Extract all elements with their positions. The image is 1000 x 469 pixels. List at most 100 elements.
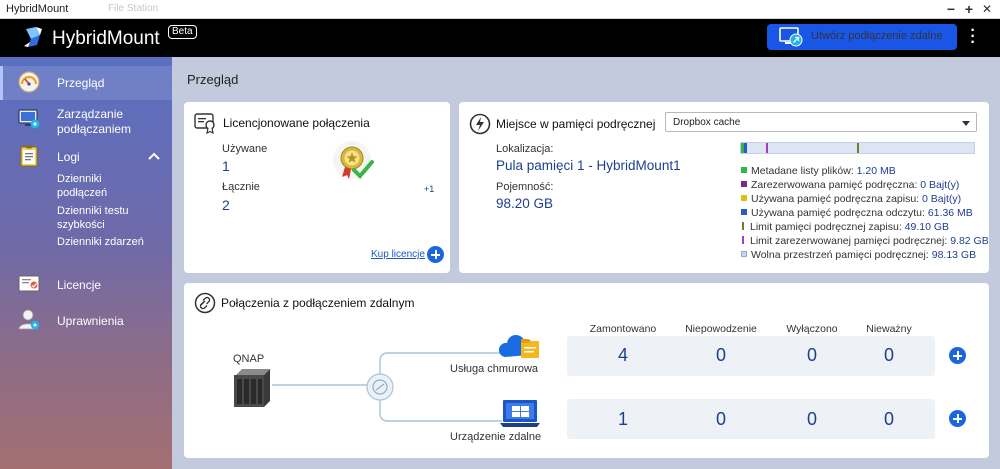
minimize-button[interactable]: −	[942, 0, 960, 19]
sidebar-subitem-mount-logs[interactable]: Dzienniki podłączeń	[57, 172, 107, 200]
legend-tick	[742, 222, 744, 230]
legend-swatch	[741, 209, 747, 215]
column-mounted: Zamontowano	[589, 323, 657, 335]
user-gear-icon	[18, 309, 40, 330]
dropdown-caret-icon	[962, 121, 970, 126]
sidebar-item-licenses-label: Licencje	[57, 278, 102, 292]
speedtest-logs-label-line1: Dzienniki testu	[57, 205, 129, 217]
license-card-icon	[194, 113, 215, 134]
cache-bar-write-limit-marker	[857, 143, 859, 153]
chevron-up-icon[interactable]	[148, 152, 160, 160]
licensed-connections-card: Licencjonowane połączenia Używane 1 Łącz…	[184, 102, 450, 273]
legend-write-cache: Używana pamięć podręczna zapisu: 0 Bajt(…	[741, 193, 961, 205]
capacity-label: Pojemność:	[496, 181, 554, 193]
sidebar-item-overview[interactable]: Przegląd	[0, 69, 172, 99]
speedtest-logs-label-line2: szybkości	[57, 219, 105, 231]
column-failed: Niepowodzenie	[685, 323, 757, 335]
create-remote-mount-label: Utwórz podłączenie zdalne	[811, 30, 943, 42]
legend-label: Używana pamięć podręczna zapisu:	[751, 193, 920, 205]
qnap-label: QNAP	[233, 353, 265, 365]
legend-value: 98.13 GB	[931, 249, 977, 261]
legend-value: 1.20 MB	[856, 165, 896, 177]
cloud-failed-count: 0	[715, 345, 726, 365]
total-value: 2	[222, 197, 230, 213]
cache-select-dropdown[interactable]: Dropbox cache	[665, 112, 977, 132]
background-tab-label: File Station	[108, 3, 159, 14]
page-title: Przegląd	[187, 72, 239, 87]
device-mounted-count: 1	[617, 409, 628, 429]
cache-usage-bar	[740, 142, 975, 154]
sidebar-item-licenses[interactable]: Licencje	[0, 273, 172, 297]
legend-reserved-limit: Limit zarezerwowanej pamięci podręcznej:…	[741, 235, 989, 247]
legend-label: Wolna przestrzeń pamięci podręcznej:	[751, 249, 929, 261]
buy-licenses-link[interactable]: Kup licencje	[371, 249, 425, 260]
legend-label: Zarezerwowana pamięć podręczna:	[751, 179, 918, 191]
legend-label: Limit pamięci podręcznej zapisu:	[750, 221, 902, 233]
clipboard-icon	[20, 145, 38, 167]
add-device-connection-button[interactable]	[949, 410, 966, 427]
legend-metadata: Metadane listy plików: 1.20 MB	[741, 165, 896, 177]
remote-monitor-icon	[779, 27, 803, 47]
legend-reserved-cache: Zarezerwowana pamięć podręczna: 0 Bajt(y…	[741, 179, 959, 191]
licensed-connections-title: Licencjonowane połączenia	[223, 116, 370, 130]
create-remote-mount-button[interactable]: Utwórz podłączenie zdalne	[767, 24, 957, 50]
event-logs-label: Dzienniki zdarzeń	[57, 236, 144, 248]
legend-free-space: Wolna przestrzeń pamięci podręcznej: 98.…	[741, 249, 976, 261]
legend-label: Używana pamięć podręczna odczytu:	[751, 207, 925, 219]
mount-management-label-line1: Zarządzanie	[57, 107, 124, 121]
window-title: HybridMount	[6, 3, 69, 15]
sidebar-item-permissions-label: Uprawnienia	[57, 314, 124, 328]
legend-read-cache: Używana pamięć podręczna odczytu: 61.36 …	[741, 207, 973, 219]
app-title: HybridMount	[52, 28, 160, 49]
legend-value: 61.36 MB	[927, 207, 973, 219]
license-certificate-icon	[18, 275, 40, 292]
cache-select-value: Dropbox cache	[673, 117, 741, 128]
remote-device-label: Urządzenie zdalne	[450, 431, 542, 443]
sidebar-item-overview-label: Przegląd	[57, 76, 105, 90]
device-invalid-count: 0	[883, 409, 894, 429]
legend-swatch	[741, 167, 747, 173]
legend-tick	[742, 236, 744, 244]
nas-device-icon	[234, 369, 270, 407]
more-options-icon[interactable]: · · ·	[967, 23, 979, 51]
gauge-icon	[18, 71, 40, 93]
sidebar-item-logs-label: Logi	[57, 150, 80, 164]
sidebar-subitem-speedtest-logs[interactable]: Dzienniki testu szybkości	[57, 204, 129, 232]
buy-licenses-plus-button[interactable]	[427, 246, 444, 263]
mount-logs-label-line2: podłączeń	[57, 187, 108, 199]
legend-value: 9.82 GB	[950, 235, 989, 247]
legend-value: 0 Bajt(y)	[922, 193, 962, 205]
add-cloud-connection-button[interactable]	[949, 347, 966, 364]
legend-swatch	[741, 181, 747, 187]
app-header: HybridMount Beta Utwórz podłączenie zdal…	[0, 19, 1000, 57]
cache-space-title: Miejsce w pamięci podręcznej	[496, 117, 656, 131]
remote-device-icon	[500, 400, 540, 427]
mount-logs-label-line1: Dzienniki	[57, 173, 102, 185]
mount-management-label-line2: podłączaniem	[57, 122, 132, 136]
column-invalid: Nieważny	[866, 323, 912, 335]
location-value: Pula pamięci 1 - HybridMount1	[496, 158, 681, 173]
sidebar-item-mount-management[interactable]: Zarządzanie podłączaniem	[0, 105, 172, 139]
sidebar: Przegląd Zarządzanie podłączaniem Logi D…	[0, 57, 172, 469]
legend-value: 49.10 GB	[904, 221, 950, 233]
remote-connections-title: Połączenia z podłączeniem zdalnym	[221, 296, 415, 310]
legend-swatch	[741, 195, 747, 201]
cache-bar-read-segment	[744, 143, 747, 153]
legend-label: Limit zarezerwowanej pamięci podręcznej:	[750, 235, 948, 247]
cloud-service-label: Usługa chmurowa	[450, 363, 539, 375]
close-window-button[interactable]: ✕	[978, 0, 996, 19]
remote-link-icon	[194, 292, 216, 314]
used-label: Używane	[222, 143, 268, 155]
total-delta: +1	[424, 184, 435, 194]
sidebar-item-mount-management-label: Zarządzanie podłączaniem	[57, 107, 131, 137]
cache-bar-reserved-limit-marker	[766, 143, 768, 153]
total-label: Łącznie	[222, 181, 260, 193]
sidebar-item-logs[interactable]: Logi	[0, 145, 172, 169]
sidebar-subitem-event-logs[interactable]: Dzienniki zdarzeń	[57, 235, 144, 249]
sidebar-item-permissions[interactable]: Uprawnienia	[0, 308, 172, 334]
maximize-button[interactable]: +	[960, 0, 978, 19]
capacity-value: 98.20 GB	[496, 196, 554, 211]
license-badge-icon	[333, 141, 374, 179]
cache-speed-icon	[469, 113, 491, 135]
hybridmount-logo-icon	[24, 27, 42, 47]
